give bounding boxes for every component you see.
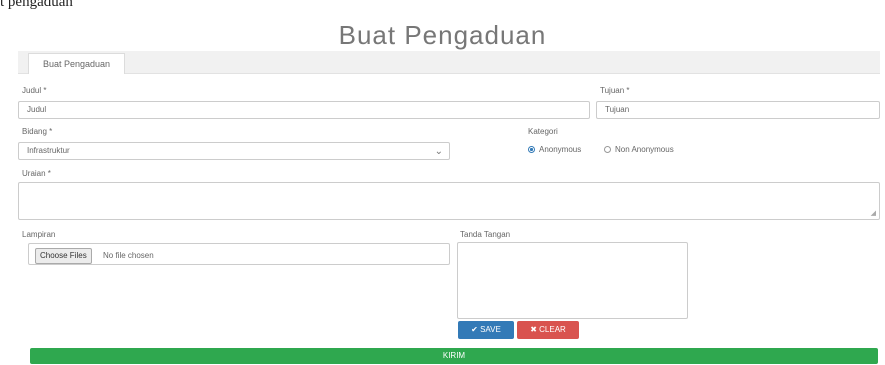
breadcrumb: t pengaduan bbox=[0, 0, 73, 10]
file-status-text: No file chosen bbox=[103, 251, 154, 260]
tujuan-label: Tujuan * bbox=[600, 86, 630, 95]
save-button[interactable]: ✔ SAVE bbox=[458, 321, 514, 339]
radio-non-anonymous-label: Non Anonymous bbox=[615, 145, 674, 154]
uraian-textarea[interactable]: ◢ bbox=[18, 182, 880, 220]
lampiran-label: Lampiran bbox=[22, 230, 56, 239]
lampiran-file-input[interactable]: Choose Files No file chosen bbox=[28, 243, 450, 265]
resize-handle-icon[interactable]: ◢ bbox=[871, 209, 876, 217]
tab-buat-pengaduan[interactable]: Buat Pengaduan bbox=[28, 53, 126, 74]
trash-icon: ✖ bbox=[530, 325, 537, 334]
choose-files-button[interactable]: Choose Files bbox=[35, 248, 92, 264]
page-title: Buat Pengaduan bbox=[338, 20, 547, 50]
clear-button[interactable]: ✖ CLEAR bbox=[517, 321, 579, 339]
tujuan-input[interactable]: Tujuan bbox=[596, 101, 880, 119]
check-icon: ✔ bbox=[471, 325, 478, 334]
signature-pad[interactable] bbox=[457, 242, 688, 319]
bidang-select[interactable]: Infrastruktur bbox=[18, 142, 450, 160]
bidang-selected-value: Infrastruktur bbox=[27, 146, 70, 155]
tab-bar bbox=[18, 51, 880, 74]
ttd-label: Tanda Tangan bbox=[460, 230, 511, 239]
submit-button[interactable]: KIRIM bbox=[30, 348, 878, 364]
uraian-label: Uraian * bbox=[22, 169, 51, 178]
kategori-label: Kategori bbox=[528, 127, 558, 136]
radio-anonymous[interactable] bbox=[528, 146, 535, 153]
judul-label: Judul * bbox=[22, 86, 47, 95]
judul-input[interactable]: Judul bbox=[18, 101, 590, 119]
radio-non-anonymous[interactable] bbox=[604, 146, 611, 153]
radio-anonymous-label: Anonymous bbox=[539, 145, 582, 154]
save-button-label: SAVE bbox=[480, 325, 501, 334]
clear-button-label: CLEAR bbox=[539, 325, 566, 334]
bidang-label: Bidang * bbox=[22, 127, 53, 136]
